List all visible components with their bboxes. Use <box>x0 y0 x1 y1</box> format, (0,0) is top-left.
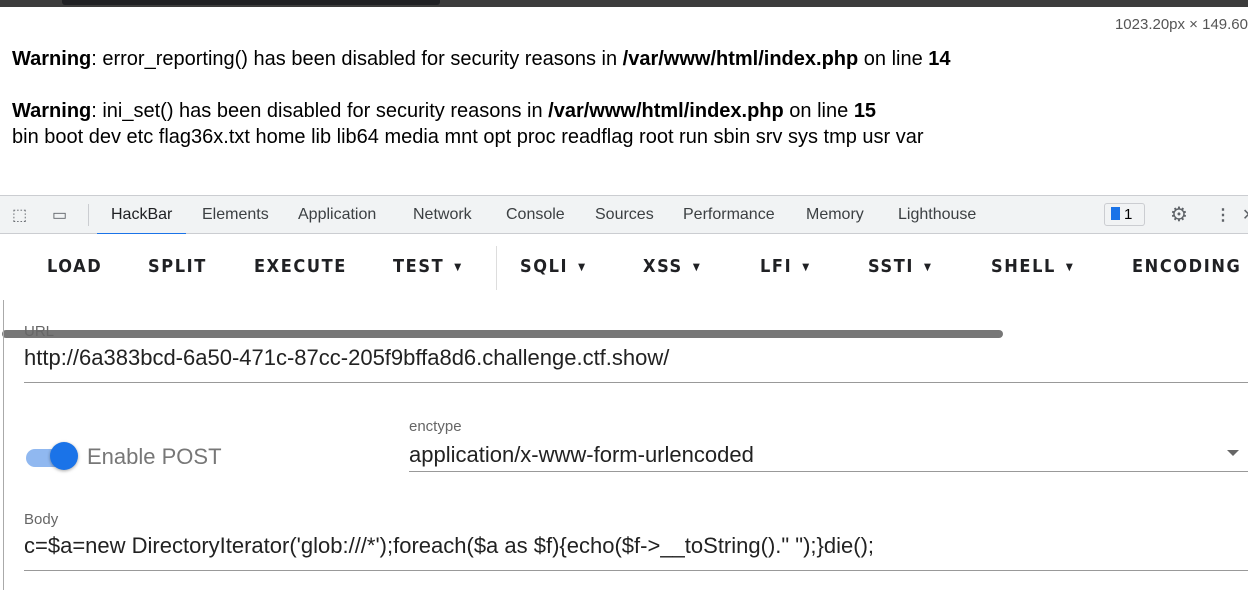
caret-down-icon: ▼ <box>802 262 811 273</box>
url-input[interactable]: http://6a383bcd-6a50-471c-87cc-205f9bffa… <box>24 345 669 371</box>
tab-elements[interactable]: Elements <box>202 196 269 234</box>
tab-application[interactable]: Application <box>298 196 376 234</box>
lfi-menu-button[interactable]: LFI ▼ <box>760 256 811 277</box>
issues-badge[interactable]: 1 <box>1104 203 1145 226</box>
tab-sources[interactable]: Sources <box>595 196 654 234</box>
issues-icon <box>1111 207 1120 220</box>
enctype-select[interactable]: application/x-www-form-urlencoded <box>409 442 754 468</box>
tab-network[interactable]: Network <box>413 196 472 234</box>
settings-gear-icon[interactable]: ⚙ <box>1170 202 1188 227</box>
device-toolbar-icon[interactable]: ▭ <box>52 205 67 225</box>
ssti-menu-button[interactable]: SSTI ▼ <box>868 256 933 277</box>
caret-down-icon: ▼ <box>578 262 587 273</box>
load-button[interactable]: LOAD <box>47 256 102 277</box>
tab-hackbar[interactable]: HackBar <box>96 196 187 235</box>
devtools-tabbar: ⬚ ▭ HackBar Elements Application Network… <box>0 196 1248 235</box>
tab-memory[interactable]: Memory <box>806 196 864 234</box>
split-button[interactable]: SPLIT <box>148 256 207 277</box>
more-options-icon[interactable]: ⋮ <box>1215 205 1231 225</box>
close-icon[interactable]: ✕ <box>1242 205 1248 225</box>
tab-performance[interactable]: Performance <box>683 196 775 234</box>
body-label: Body <box>24 511 59 528</box>
sqli-menu-button[interactable]: SQLI ▼ <box>520 256 587 277</box>
caret-down-icon: ▼ <box>454 262 463 273</box>
warning-2: Warning: ini_set() has been disabled for… <box>12 100 877 122</box>
caret-down-icon: ▼ <box>692 262 702 273</box>
enctype-label: enctype <box>409 418 462 435</box>
tab-lighthouse[interactable]: Lighthouse <box>898 196 976 234</box>
page-content: Warning: error_reporting() has been disa… <box>12 46 951 150</box>
url-label: URL <box>24 323 55 340</box>
hackbar-toolbar: LOAD SPLIT EXECUTE TEST ▼ SQLI ▼ XSS ▼ LFI ▼… <box>0 234 1248 338</box>
encoding-menu-button[interactable]: ENCODING <box>1132 256 1241 277</box>
browser-top-bar <box>0 0 1248 7</box>
xss-menu-button[interactable]: XSS ▼ <box>643 256 701 277</box>
viewport-dimensions: 1023.20px × 149.60 <box>1114 16 1248 33</box>
shell-menu-button[interactable]: SHELL ▼ <box>991 256 1074 277</box>
caret-down-icon: ▼ <box>1065 262 1075 273</box>
execute-button[interactable]: EXECUTE <box>254 256 347 277</box>
test-menu-button[interactable]: TEST ▼ <box>393 256 463 277</box>
horizontal-scrollbar[interactable] <box>2 330 1003 338</box>
caret-down-icon: ▼ <box>924 262 933 273</box>
devtools-panel: ⬚ ▭ HackBar Elements Application Network… <box>0 195 1248 590</box>
directory-listing: bin boot dev etc flag36x.txt home lib li… <box>12 126 924 148</box>
body-input[interactable]: c=$a=new DirectoryIterator('glob:///*');… <box>24 533 874 559</box>
warning-1: Warning: error_reporting() has been disa… <box>12 48 951 70</box>
inspect-element-icon[interactable]: ⬚ <box>12 205 27 225</box>
dropdown-arrow-icon[interactable] <box>1227 450 1239 456</box>
toggle-knob[interactable] <box>50 442 78 470</box>
tab-console[interactable]: Console <box>506 196 565 234</box>
enable-post-label: Enable POST <box>87 444 222 469</box>
